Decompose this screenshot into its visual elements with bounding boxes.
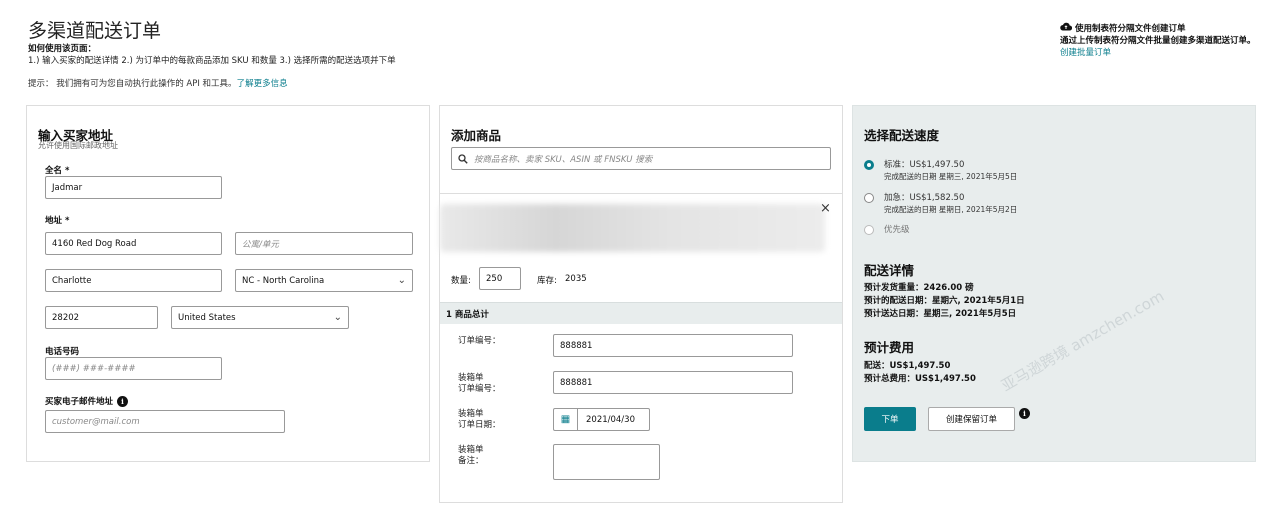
shipping-expedited-radio[interactable] [864,193,874,203]
state-select[interactable]: NC - North Carolina ⌄ [235,269,413,292]
tip-prefix: 提示： 我们拥有可为您自动执行此操作的 API 和工具。 [28,79,237,89]
bulk-order-link[interactable]: 创建批量订单 [1060,48,1111,58]
calendar-icon[interactable]: ▦ [554,409,578,430]
zip-input[interactable]: 28202 [45,306,158,329]
items-total-bar: 1 商品总计 [440,302,842,324]
address-label: 地址 * [45,216,70,226]
tip-text: 提示： 我们拥有可为您自动执行此操作的 API 和工具。了解更多信息 [28,77,288,89]
shipping-details: 预计发货重量：2426.00 磅 预计的配送日期：星期六, 2021年5月1日 … [864,282,1025,321]
country-select[interactable]: United States ⌄ [171,306,349,329]
packing-number-label-line1: 装箱单 [458,373,484,383]
priority-label: 优先级 [884,225,910,235]
fees-heading: 预计费用 [864,340,915,355]
upload-heading: 使用制表符分隔文件创建订单 [1075,23,1186,34]
buyer-address-panel: 输入买家地址 允许使用国际邮政地址 全名 * Jadmar 地址 * 4160 … [26,105,430,462]
standard-label: 标准：US$1,497.50 [884,160,965,170]
stock-label: 库存: [537,276,557,286]
products-heading: 添加商品 [451,128,502,143]
expedited-date: 完成配送的日期 星期日, 2021年5月2日 [884,205,1018,214]
howto-heading: 如何使用该页面： [28,44,97,54]
search-icon [458,153,468,164]
chevron-down-icon: ⌄ [397,275,406,286]
upload-heading-row: 使用制表符分隔文件创建订单 [1060,22,1260,35]
weight-text: 预计发货重量：2426.00 磅 [864,283,974,293]
page-title: 多渠道配送订单 [28,20,162,42]
shipping-heading: 选择配送速度 [864,128,940,143]
upload-desc: 通过上传制表符分隔文件批量创建多渠道配送订单。创建批量订单 [1060,35,1260,59]
packing-number-label: 装箱单 订单编号： [458,373,501,395]
shipping-priority-radio[interactable] [864,225,874,235]
chevron-down-icon: ⌄ [333,312,342,323]
fee-details: 配送：US$1,497.50 预计总费用：US$1,497.50 [864,360,976,386]
cloud-upload-icon [1060,22,1073,35]
order-number-label: 订单编号： [458,336,501,346]
bulk-upload-box: 使用制表符分隔文件创建订单 通过上传制表符分隔文件批量创建多渠道配送订单。创建批… [1060,22,1260,59]
country-select-value: United States [178,312,236,323]
arrive-date-text: 预计送达日期：星期三, 2021年5月5日 [864,309,1017,319]
place-order-button[interactable]: 下单 [864,407,916,431]
stock-value: 2035 [565,274,587,284]
email-label-row: 买家电子邮件地址 i [45,395,129,407]
product-search-input[interactable]: 按商品名称、卖家 SKU、ASIN 或 FNSKU 搜索 [451,147,831,170]
total-fee-text: 预计总费用：US$1,497.50 [864,374,976,384]
shipping-panel: 选择配送速度 标准：US$1,497.50 完成配送的日期 星期三, 2021年… [852,105,1256,462]
email-input[interactable]: customer@mail.com [45,410,285,433]
packing-date-label-line1: 装箱单 [458,409,484,419]
search-placeholder: 按商品名称、卖家 SKU、ASIN 或 FNSKU 搜索 [474,154,653,165]
packing-number-label-line2: 订单编号： [458,384,501,394]
address-subheading: 允许使用国际邮政地址 [38,141,118,150]
fullname-input[interactable]: Jadmar [45,176,222,199]
expedited-label: 加急：US$1,582.50 [884,193,965,203]
packing-note-textarea[interactable] [553,444,660,480]
quantity-label: 数量: [451,276,471,286]
phone-input[interactable]: (###) ###-#### [45,357,222,380]
create-hold-order-button[interactable]: 创建保留订单 [928,407,1015,431]
packing-date-picker[interactable]: ▦ 2021/04/30 [553,408,650,431]
order-number-input[interactable]: 888881 [553,334,793,357]
email-label: 买家电子邮件地址 [45,397,114,407]
shipping-standard-radio[interactable] [864,160,874,170]
learn-more-link[interactable]: 了解更多信息 [237,79,288,89]
packing-order-number-input[interactable]: 888881 [553,371,793,394]
details-heading: 配送详情 [864,263,915,278]
divider [440,193,842,194]
ship-date-text: 预计的配送日期：星期六, 2021年5月1日 [864,296,1025,306]
ship-fee-text: 配送：US$1,497.50 [864,361,951,371]
close-icon[interactable]: × [820,201,831,216]
city-input[interactable]: Charlotte [45,269,222,292]
packing-date-label: 装箱单 订单日期： [458,409,501,431]
state-select-value: NC - North Carolina [242,275,325,286]
fullname-label: 全名 * [45,166,70,176]
howto-text: 1.) 输入买家的配送详情 2.) 为订单中的每款商品添加 SKU 和数量 3.… [28,56,396,66]
shipping-option-standard: 标准：US$1,497.50 完成配送的日期 星期三, 2021年5月5日 [884,159,1017,183]
info-icon[interactable]: i [1019,408,1030,419]
blurred-product-info [440,204,825,252]
address-line2-input[interactable]: 公寓/单元 [235,232,413,255]
packing-date-label-line2: 订单日期： [458,420,501,430]
packing-note-label-line1: 装箱单 [458,445,484,455]
packing-note-label-line2: 备注： [458,456,484,466]
upload-desc-text: 通过上传制表符分隔文件批量创建多渠道配送订单。 [1060,36,1256,46]
shipping-option-expedited: 加急：US$1,582.50 完成配送的日期 星期日, 2021年5月2日 [884,192,1017,216]
quantity-input[interactable]: 250 [479,267,521,290]
packing-date-value: 2021/04/30 [586,414,635,425]
standard-date: 完成配送的日期 星期三, 2021年5月5日 [884,172,1018,181]
info-icon[interactable]: i [117,395,129,407]
address-line1-input[interactable]: 4160 Red Dog Road [45,232,222,255]
add-products-panel: 添加商品 按商品名称、卖家 SKU、ASIN 或 FNSKU 搜索 × 数量: … [439,105,843,503]
phone-label: 电话号码 [45,347,80,357]
packing-note-label: 装箱单 备注： [458,445,484,467]
